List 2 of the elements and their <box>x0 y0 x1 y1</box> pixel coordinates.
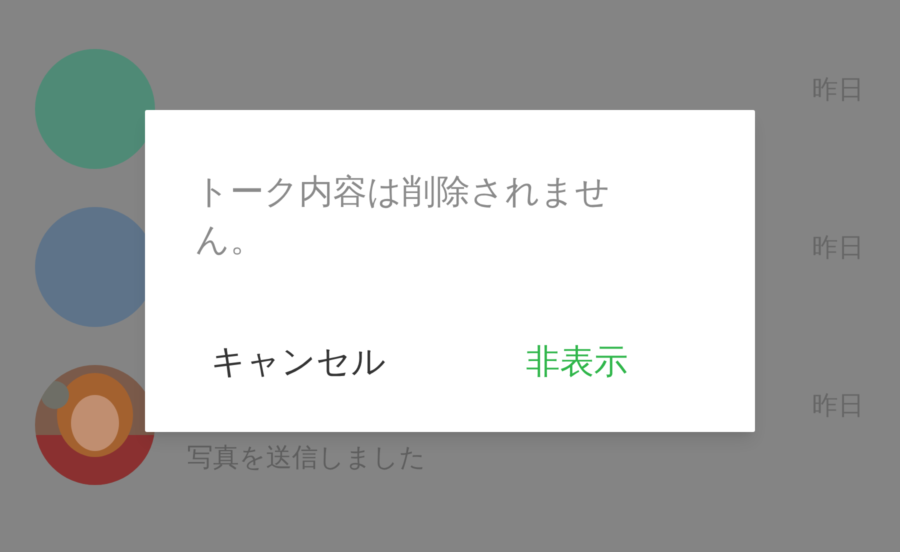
dialog-message: トーク内容は削除されません。 <box>195 171 611 262</box>
cancel-button[interactable]: キャンセル <box>211 340 386 384</box>
